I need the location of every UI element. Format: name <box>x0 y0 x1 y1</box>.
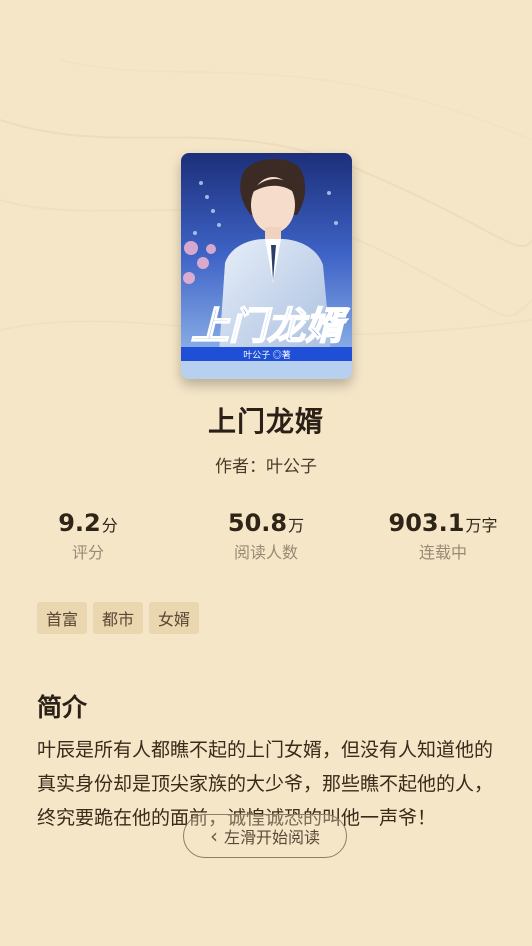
stat-words-value: 903.1 <box>388 509 465 537</box>
stat-rating-label: 评分 <box>71 543 104 562</box>
intro-heading: 简介 <box>37 693 88 722</box>
swipe-to-read-label: 左滑开始阅读 <box>223 828 320 847</box>
author-line: 作者：叶公子 <box>215 457 317 477</box>
stat-status-label: 连载中 <box>418 543 467 562</box>
stat-rating-value: 9.2 <box>58 509 101 537</box>
cover-author: 叶公子 ◎著 <box>243 349 291 360</box>
stat-readers-unit: 万 <box>288 516 305 535</box>
book-cover[interactable]: 上门龙婿 叶公子 ◎著 <box>181 153 352 379</box>
stat-readers-label: 阅读人数 <box>233 543 298 562</box>
book-title: 上门龙婿 <box>207 405 324 438</box>
stat-rating: 9.2分 评分 <box>8 509 168 563</box>
stat-rating-unit: 分 <box>101 516 118 535</box>
book-stats: 9.2分 评分 50.8万 阅读人数 903.1万字 连载中 <box>0 509 532 569</box>
stat-readers: 50.8万 阅读人数 <box>186 509 346 563</box>
stat-readers-value: 50.8 <box>227 509 288 537</box>
chevron-left-icon: ‹ <box>209 824 218 848</box>
swipe-to-read-button[interactable]: ‹ 左滑开始阅读 <box>183 814 347 858</box>
stat-words-unit: 万字 <box>465 516 498 535</box>
stat-words: 903.1万字 连载中 <box>363 509 523 563</box>
tag-item[interactable]: 首富 <box>37 602 88 634</box>
tag-item[interactable]: 都市 <box>93 602 144 634</box>
cover-title: 上门龙婿 <box>191 306 350 348</box>
tag-list: 首富 都市 女婿 <box>37 602 200 634</box>
tag-item[interactable]: 女婿 <box>149 602 200 634</box>
